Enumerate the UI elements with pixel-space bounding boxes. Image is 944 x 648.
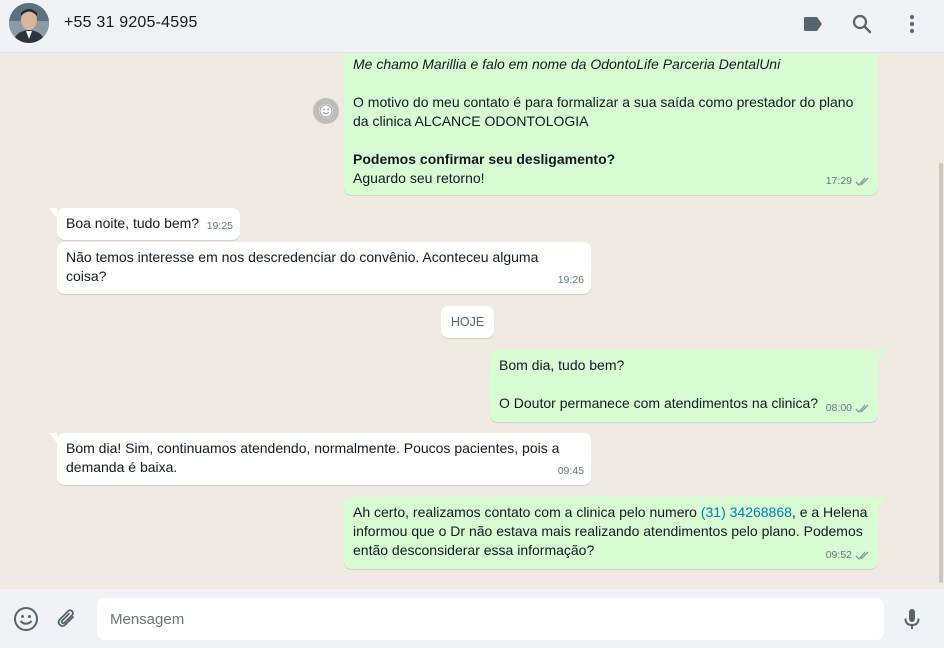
message-text: Podemos confirmar seu desligamento? bbox=[353, 151, 616, 167]
message-text: informou que o Dr não estava mais realiz… bbox=[353, 523, 863, 539]
message-text: então desconsiderar essa informação? bbox=[353, 542, 595, 558]
message-text: da clinica ALCANCE ODONTOLOGIA bbox=[353, 113, 589, 129]
message-bubble-outgoing[interactable]: Me chamo Marillia e falo em nome da Odon… bbox=[344, 53, 878, 195]
microphone-icon[interactable] bbox=[899, 606, 925, 632]
message-meta: 09:45 bbox=[558, 462, 584, 481]
message-meta: 17:29 bbox=[826, 172, 871, 191]
message-meta: 19:25 bbox=[207, 217, 233, 236]
message-text-part: Ah certo, realizamos contato com a clini… bbox=[353, 504, 701, 520]
attach-icon[interactable] bbox=[54, 606, 80, 632]
message-text: demanda é baixa. bbox=[66, 459, 178, 475]
message-text: Bom dia! Sim, continuamos atendendo, nor… bbox=[66, 440, 560, 456]
composer-bar bbox=[0, 589, 944, 648]
menu-icon[interactable] bbox=[900, 12, 924, 36]
emoji-icon[interactable] bbox=[13, 606, 39, 632]
contact-avatar[interactable] bbox=[9, 3, 49, 43]
message-time: 09:45 bbox=[557, 465, 584, 477]
chat-scrollbar[interactable] bbox=[939, 163, 943, 583]
message-input[interactable] bbox=[97, 598, 884, 640]
message-meta: 08:00 bbox=[826, 399, 871, 418]
message-text: Aguardo seu retorno! bbox=[353, 170, 485, 186]
day-separator: HOJE bbox=[441, 306, 494, 338]
message-time: 19:25 bbox=[206, 220, 233, 232]
react-emoji-icon[interactable] bbox=[313, 98, 339, 124]
message-bubble-incoming[interactable]: Bom dia! Sim, continuamos atendendo, nor… bbox=[49, 433, 591, 485]
message-text: Ah certo, realizamos contato com a clini… bbox=[353, 503, 869, 522]
search-icon[interactable] bbox=[850, 12, 874, 36]
message-text-part: , e a Helena bbox=[791, 504, 868, 520]
read-ticks-icon bbox=[855, 177, 869, 186]
phone-link[interactable]: (31) 34268868 bbox=[701, 504, 792, 520]
message-bubble-incoming[interactable]: Não temos interesse em nos descredenciar… bbox=[57, 242, 591, 294]
message-text: Não temos interesse em nos descredenciar… bbox=[66, 249, 539, 265]
message-time: 19:26 bbox=[557, 274, 584, 286]
label-icon[interactable] bbox=[801, 12, 825, 36]
chat-header: +55 31 9205-4595 bbox=[0, 0, 944, 53]
message-text: Me chamo Marillia e falo em nome da Odon… bbox=[353, 56, 781, 72]
message-meta: 09:52 bbox=[826, 546, 871, 565]
message-meta: 19:26 bbox=[558, 271, 584, 290]
message-bubble-outgoing[interactable]: Bom dia, tudo bem? O Doutor permanece co… bbox=[490, 350, 886, 422]
read-ticks-icon bbox=[855, 404, 869, 413]
message-text: Bom dia, tudo bem? bbox=[499, 357, 625, 373]
message-time: 09:52 bbox=[825, 549, 852, 561]
message-time: 08:00 bbox=[825, 402, 852, 414]
contact-name[interactable]: +55 31 9205-4595 bbox=[64, 14, 198, 32]
read-ticks-icon bbox=[855, 551, 869, 560]
message-text: O motivo do meu contato é para formaliza… bbox=[353, 94, 854, 110]
message-text: coisa? bbox=[66, 268, 107, 284]
message-bubble-outgoing[interactable]: Ah certo, realizamos contato com a clini… bbox=[344, 497, 886, 569]
message-bubble-incoming[interactable]: Boa noite, tudo bem? 19:25 bbox=[49, 208, 240, 240]
message-text: O Doutor permanece com atendimentos na c… bbox=[499, 395, 819, 411]
message-time: 17:29 bbox=[825, 175, 852, 187]
chat-messages[interactable]: Me chamo Marillia e falo em nome da Odon… bbox=[0, 53, 944, 589]
